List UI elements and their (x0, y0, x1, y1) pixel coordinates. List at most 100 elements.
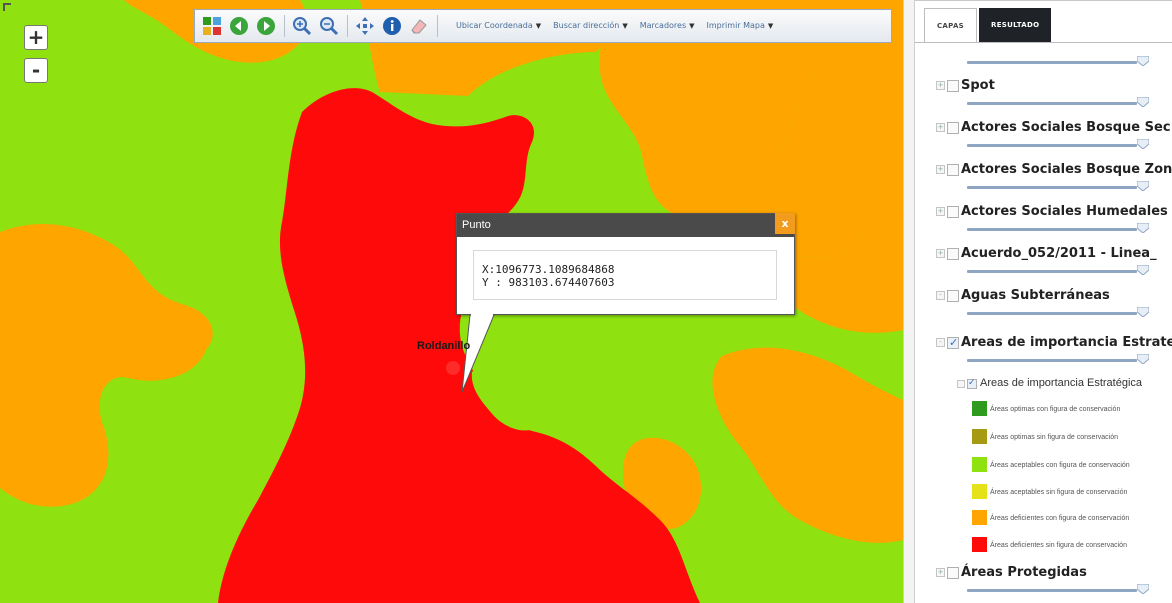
dropdown-arrow-icon: ▼ (689, 22, 695, 30)
legend-swatch (972, 484, 987, 499)
legend-swatch (972, 457, 987, 472)
layer-checkbox[interactable] (947, 80, 959, 92)
slider-thumb-icon[interactable] (1137, 56, 1149, 66)
layer-checkbox[interactable] (947, 164, 959, 176)
layer-checkbox[interactable] (947, 248, 959, 260)
pan-move-icon[interactable] (354, 15, 376, 37)
legend-label: Áreas deficientes con figura de conserva… (990, 515, 1130, 522)
legend-swatch (972, 401, 987, 416)
legend-label: Áreas aceptables con figura de conservac… (990, 462, 1130, 469)
menu-label: Buscar dirección (553, 21, 620, 30)
popup-y-coordinate: Y : 983103.674407603 (482, 276, 615, 289)
forward-arrow-icon[interactable] (255, 15, 277, 37)
back-arrow-icon[interactable] (228, 15, 250, 37)
opacity-slider[interactable] (967, 223, 1149, 233)
slider-thumb-icon[interactable] (1137, 223, 1149, 233)
slider-thumb-icon[interactable] (1137, 354, 1149, 364)
legend-label: Áreas optimas sin figura de conservación (990, 434, 1119, 441)
tab-resultado[interactable]: RESULTADO (979, 8, 1052, 42)
layer-checkbox[interactable] (947, 206, 959, 218)
dropdown-arrow-icon: ▼ (535, 22, 542, 30)
expand-icon[interactable]: + (936, 568, 945, 577)
point-popup: Punto x X:1096773.1089684868 Y : 983103.… (456, 213, 795, 393)
point-marker[interactable] (446, 361, 460, 375)
opacity-slider[interactable] (967, 354, 1149, 364)
layer-name: Spot (961, 78, 995, 93)
menu-marcadores[interactable]: Marcadores ▼ (640, 21, 695, 31)
panel-divider[interactable] (903, 0, 915, 603)
opacity-slider[interactable] (967, 181, 1149, 191)
collapse-icon[interactable]: - (936, 291, 945, 300)
popup-pointer (461, 314, 495, 393)
expand-icon[interactable]: + (936, 123, 945, 132)
zoom-out-button[interactable]: - (24, 58, 48, 83)
menu-imprimir-mapa[interactable]: Imprimir Mapa ▼ (707, 21, 774, 31)
opacity-slider[interactable] (967, 584, 1149, 594)
toolbar-separator (347, 15, 348, 37)
layer-checkbox[interactable] (947, 122, 959, 134)
legend-label: Áreas deficientes sin figura de conserva… (990, 542, 1127, 549)
popup-content: X:1096773.1089684868 Y : 983103.67440760… (473, 250, 777, 300)
expand-icon[interactable]: + (936, 207, 945, 216)
opacity-slider[interactable] (967, 139, 1149, 149)
expand-icon[interactable]: + (936, 249, 945, 258)
map-toolbar: Ubicar Coordenada ▼ Buscar dirección ▼ Mar… (194, 9, 892, 43)
expand-icon[interactable]: + (936, 165, 945, 174)
menu-buscar-direccion[interactable]: Buscar dirección ▼ (553, 21, 628, 31)
layers-panel: CAPAS RESULTADO + Spot + Actores Sociale… (915, 0, 1172, 603)
eraser-icon[interactable] (408, 15, 430, 37)
panel-tabs: CAPAS RESULTADO (924, 8, 1052, 42)
legend-swatch (972, 510, 987, 525)
layer-name: Acuerdo_052/2011 - Linea_ (961, 246, 1157, 261)
slider-thumb-icon[interactable] (1137, 181, 1149, 191)
zoom-out-magnifier-icon[interactable] (318, 15, 340, 37)
zoom-in-button[interactable]: + (24, 25, 48, 50)
popup-close-button[interactable]: x (775, 213, 795, 234)
sublayer-checkbox-checked[interactable] (967, 378, 977, 389)
collapse-icon[interactable] (957, 380, 965, 388)
layer-name: Aguas Subterráneas (961, 288, 1110, 303)
toolbar-separator (284, 15, 285, 37)
map-view[interactable]: + - Ubicar Coordenada ▼ Buscar dirección… (0, 0, 903, 603)
menu-label: Marcadores (639, 21, 687, 30)
toolbar-separator (437, 15, 438, 37)
slider-thumb-icon[interactable] (1137, 265, 1149, 275)
slider-thumb-icon[interactable] (1137, 97, 1149, 107)
slider-thumb-icon[interactable] (1137, 584, 1149, 594)
tab-capas[interactable]: CAPAS (924, 8, 978, 42)
slider-thumb-icon[interactable] (1137, 139, 1149, 149)
popup-x-coordinate: X:1096773.1089684868 (482, 263, 615, 276)
menu-label: Imprimir Mapa (706, 21, 765, 30)
opacity-slider[interactable] (967, 56, 1149, 66)
layer-name: Actores Sociales Bosque Sec (961, 120, 1171, 135)
dropdown-arrow-icon: ▼ (622, 22, 628, 30)
layer-name: Actores Sociales Bosque Zon (961, 162, 1172, 177)
opacity-slider[interactable] (967, 307, 1149, 317)
sublayer-name: Areas de importancia Estratégica (980, 377, 1143, 389)
layer-name: Areas de importancia Estrate (961, 335, 1172, 350)
expand-icon[interactable]: + (936, 81, 945, 90)
corner-resize-icon (3, 3, 11, 11)
legend-swatch (972, 537, 987, 552)
layer-name: Áreas Protegidas (961, 565, 1087, 580)
opacity-slider[interactable] (967, 265, 1149, 275)
opacity-slider[interactable] (967, 97, 1149, 107)
tab-divider (915, 42, 1172, 43)
layer-checkbox-checked[interactable] (947, 336, 959, 349)
layer-name: Actores Sociales Humedales (961, 204, 1168, 219)
menu-label: Ubicar Coordenada (456, 21, 533, 30)
legend-swatch (972, 429, 987, 444)
legend-label: Áreas aceptables sin figura de conservac… (990, 489, 1128, 496)
collapse-icon[interactable]: - (936, 338, 945, 347)
slider-thumb-icon[interactable] (1137, 307, 1149, 317)
legend-label: Áreas optimas con figura de conservación (990, 406, 1121, 413)
layer-checkbox[interactable] (947, 567, 959, 579)
popup-title: Punto (457, 214, 794, 237)
place-label: Roldanillo (417, 340, 471, 352)
zoom-in-magnifier-icon[interactable] (291, 15, 313, 37)
info-icon[interactable] (381, 15, 403, 37)
menu-ubicar-coordenada[interactable]: Ubicar Coordenada ▼ (456, 21, 541, 31)
dropdown-arrow-icon: ▼ (767, 22, 774, 30)
layer-checkbox[interactable] (947, 290, 959, 302)
layers-map-icon[interactable] (201, 15, 223, 37)
